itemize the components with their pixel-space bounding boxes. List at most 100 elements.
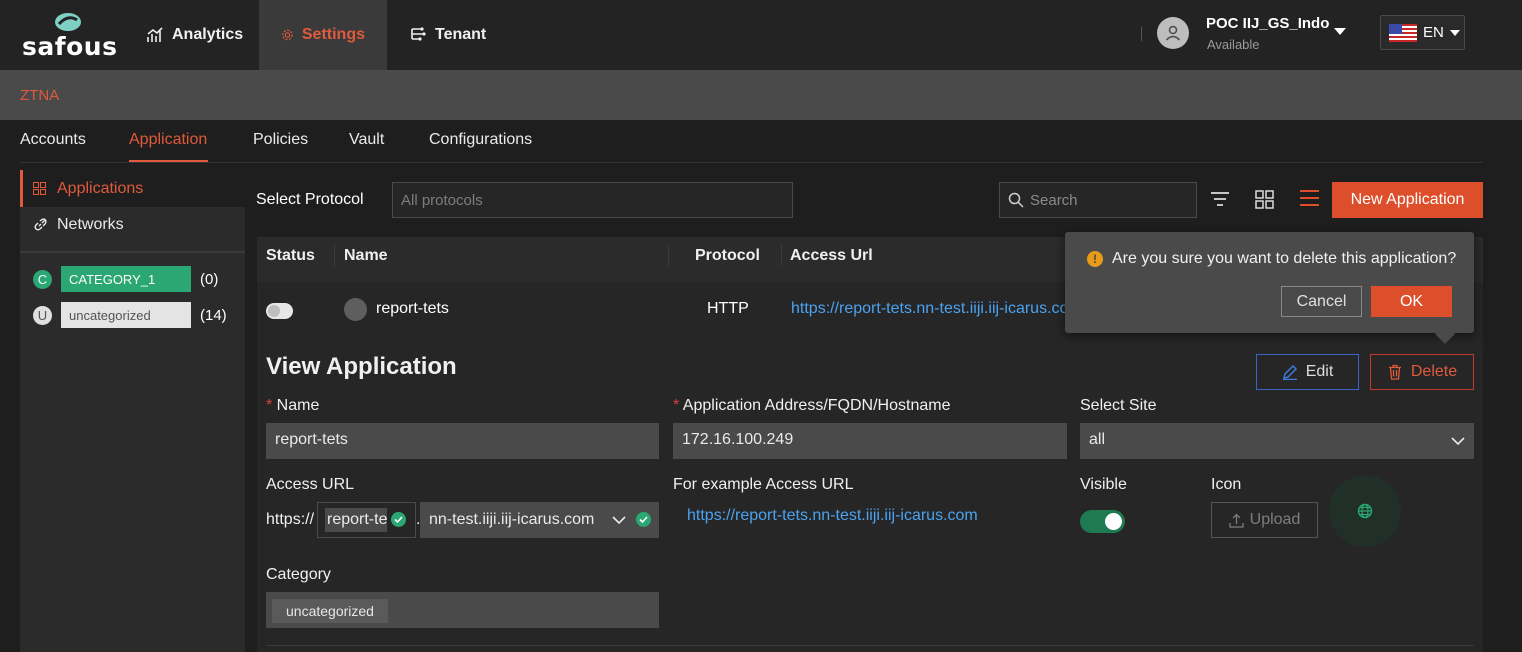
- upload-button[interactable]: Upload: [1211, 502, 1318, 538]
- divider: [20, 251, 245, 253]
- icon-label: Icon: [1211, 476, 1242, 493]
- delete-label: Delete: [1410, 363, 1458, 380]
- us-flag-icon: [1389, 23, 1417, 42]
- safous-logo[interactable]: safous: [20, 10, 117, 61]
- category-letter-badge: C: [33, 270, 52, 289]
- site-select[interactable]: all: [1080, 423, 1474, 459]
- check-icon: [391, 512, 406, 527]
- delete-confirm-popover: [1065, 232, 1474, 333]
- category-tag: uncategorized: [272, 599, 388, 623]
- edit-label: Edit: [1305, 363, 1334, 380]
- divider: [1141, 27, 1142, 41]
- address-field[interactable]: 172.16.100.249: [673, 423, 1067, 459]
- search-input[interactable]: [1030, 191, 1190, 209]
- subdomain-value[interactable]: report-tets: [325, 508, 387, 532]
- gear-icon: [282, 29, 293, 41]
- app-access-url-link[interactable]: https://report-tets.nn-test.iiji.iij-ica…: [791, 300, 1071, 318]
- divider: [20, 162, 1483, 163]
- pencil-icon: [1282, 365, 1297, 380]
- user-icon: [1165, 25, 1181, 41]
- language-code: EN: [1423, 24, 1444, 41]
- tab-application[interactable]: Application: [129, 131, 207, 149]
- column-divider: [334, 244, 335, 266]
- visible-toggle[interactable]: [1080, 510, 1125, 533]
- tab-configurations[interactable]: Configurations: [429, 131, 532, 149]
- list-view-icon[interactable]: [1299, 189, 1320, 207]
- detail-title: View Application: [266, 353, 457, 380]
- required-marker: *: [673, 397, 683, 414]
- chevron-down-icon: [1451, 437, 1465, 446]
- category-count: (14): [200, 307, 227, 324]
- column-header-access-url[interactable]: Access Url: [790, 247, 873, 265]
- address-field-label: * Application Address/FQDN/Hostname: [673, 397, 950, 415]
- protocol-select[interactable]: All protocols: [392, 182, 793, 218]
- new-application-button[interactable]: New Application: [1332, 182, 1483, 218]
- tenant-icon: [411, 27, 426, 41]
- visible-label: Visible: [1080, 476, 1127, 493]
- tab-vault[interactable]: Vault: [349, 131, 384, 149]
- upload-label: Upload: [1249, 511, 1301, 528]
- name-field[interactable]: report-tets: [266, 423, 659, 459]
- app-name: report-tets: [376, 300, 449, 317]
- nav-analytics[interactable]: Analytics: [124, 0, 265, 70]
- category-item-uncategorized[interactable]: uncategorized: [61, 302, 191, 328]
- ok-button[interactable]: OK: [1371, 286, 1452, 317]
- chevron-down-icon: [1449, 29, 1460, 36]
- user-name[interactable]: POC IIJ_GS_Indo: [1206, 15, 1329, 32]
- sidebar-item-label[interactable]: Applications: [57, 180, 143, 198]
- tab-accounts[interactable]: Accounts: [20, 131, 86, 149]
- status-toggle[interactable]: [266, 303, 293, 319]
- required-marker: *: [266, 397, 277, 414]
- name-label-text: Name: [276, 397, 320, 414]
- nav-analytics-label: Analytics: [172, 26, 244, 43]
- sidebar: [20, 170, 245, 652]
- link-icon: [34, 218, 47, 231]
- chevron-down-icon: [612, 516, 626, 525]
- protocol-label: Select Protocol: [256, 191, 364, 208]
- delete-button[interactable]: Delete: [1370, 354, 1474, 390]
- tab-policies[interactable]: Policies: [253, 131, 308, 149]
- sidebar-item-networks[interactable]: Networks: [57, 216, 124, 234]
- avatar[interactable]: [1157, 17, 1189, 49]
- divider: [266, 645, 1474, 646]
- nav-tenant-label: Tenant: [435, 26, 487, 43]
- analytics-icon: [147, 27, 163, 42]
- upload-icon: [1228, 513, 1244, 528]
- check-icon: [636, 512, 651, 527]
- grid-view-icon[interactable]: [1255, 190, 1274, 209]
- app-protocol: HTTP: [707, 300, 749, 317]
- nav-settings[interactable]: Settings: [259, 0, 387, 70]
- category-count: (0): [200, 271, 219, 288]
- edit-button[interactable]: Edit: [1256, 354, 1359, 390]
- column-header-protocol[interactable]: Protocol: [695, 247, 760, 265]
- app-icon-preview: [1329, 475, 1401, 547]
- example-url-link[interactable]: https://report-tets.nn-test.iiji.iij-ica…: [687, 507, 978, 525]
- section-bar: [0, 70, 1522, 120]
- column-divider: [668, 244, 669, 266]
- column-header-name[interactable]: Name: [344, 247, 388, 265]
- trash-icon: [1388, 364, 1401, 380]
- address-label-text: Application Address/FQDN/Hostname: [682, 397, 951, 414]
- language-selector[interactable]: EN: [1380, 15, 1465, 50]
- name-field-label: * Name: [266, 397, 319, 415]
- nav-settings-label: Settings: [301, 26, 365, 43]
- category-letter-badge: U: [33, 306, 52, 325]
- app-avatar: [344, 298, 367, 321]
- nav-tenant[interactable]: Tenant: [387, 0, 508, 70]
- user-status: Available: [1207, 37, 1260, 52]
- filter-icon[interactable]: [1210, 189, 1230, 209]
- search-icon: [1008, 192, 1024, 208]
- confirm-message: Are you sure you want to delete this app…: [1112, 250, 1457, 267]
- site-field-label: Select Site: [1080, 397, 1157, 414]
- column-divider: [781, 244, 782, 266]
- category-item-category-1[interactable]: CATEGORY_1: [61, 266, 191, 292]
- globe-icon: [1357, 503, 1373, 519]
- warning-icon: !: [1087, 251, 1103, 267]
- section-title: ZTNA: [20, 87, 60, 104]
- column-header-status[interactable]: Status: [266, 247, 315, 265]
- cancel-button[interactable]: Cancel: [1281, 286, 1362, 317]
- category-label: Category: [266, 566, 331, 583]
- example-url-label: For example Access URL: [673, 476, 854, 493]
- search-box[interactable]: [999, 182, 1197, 218]
- user-menu-caret-icon[interactable]: [1334, 28, 1346, 35]
